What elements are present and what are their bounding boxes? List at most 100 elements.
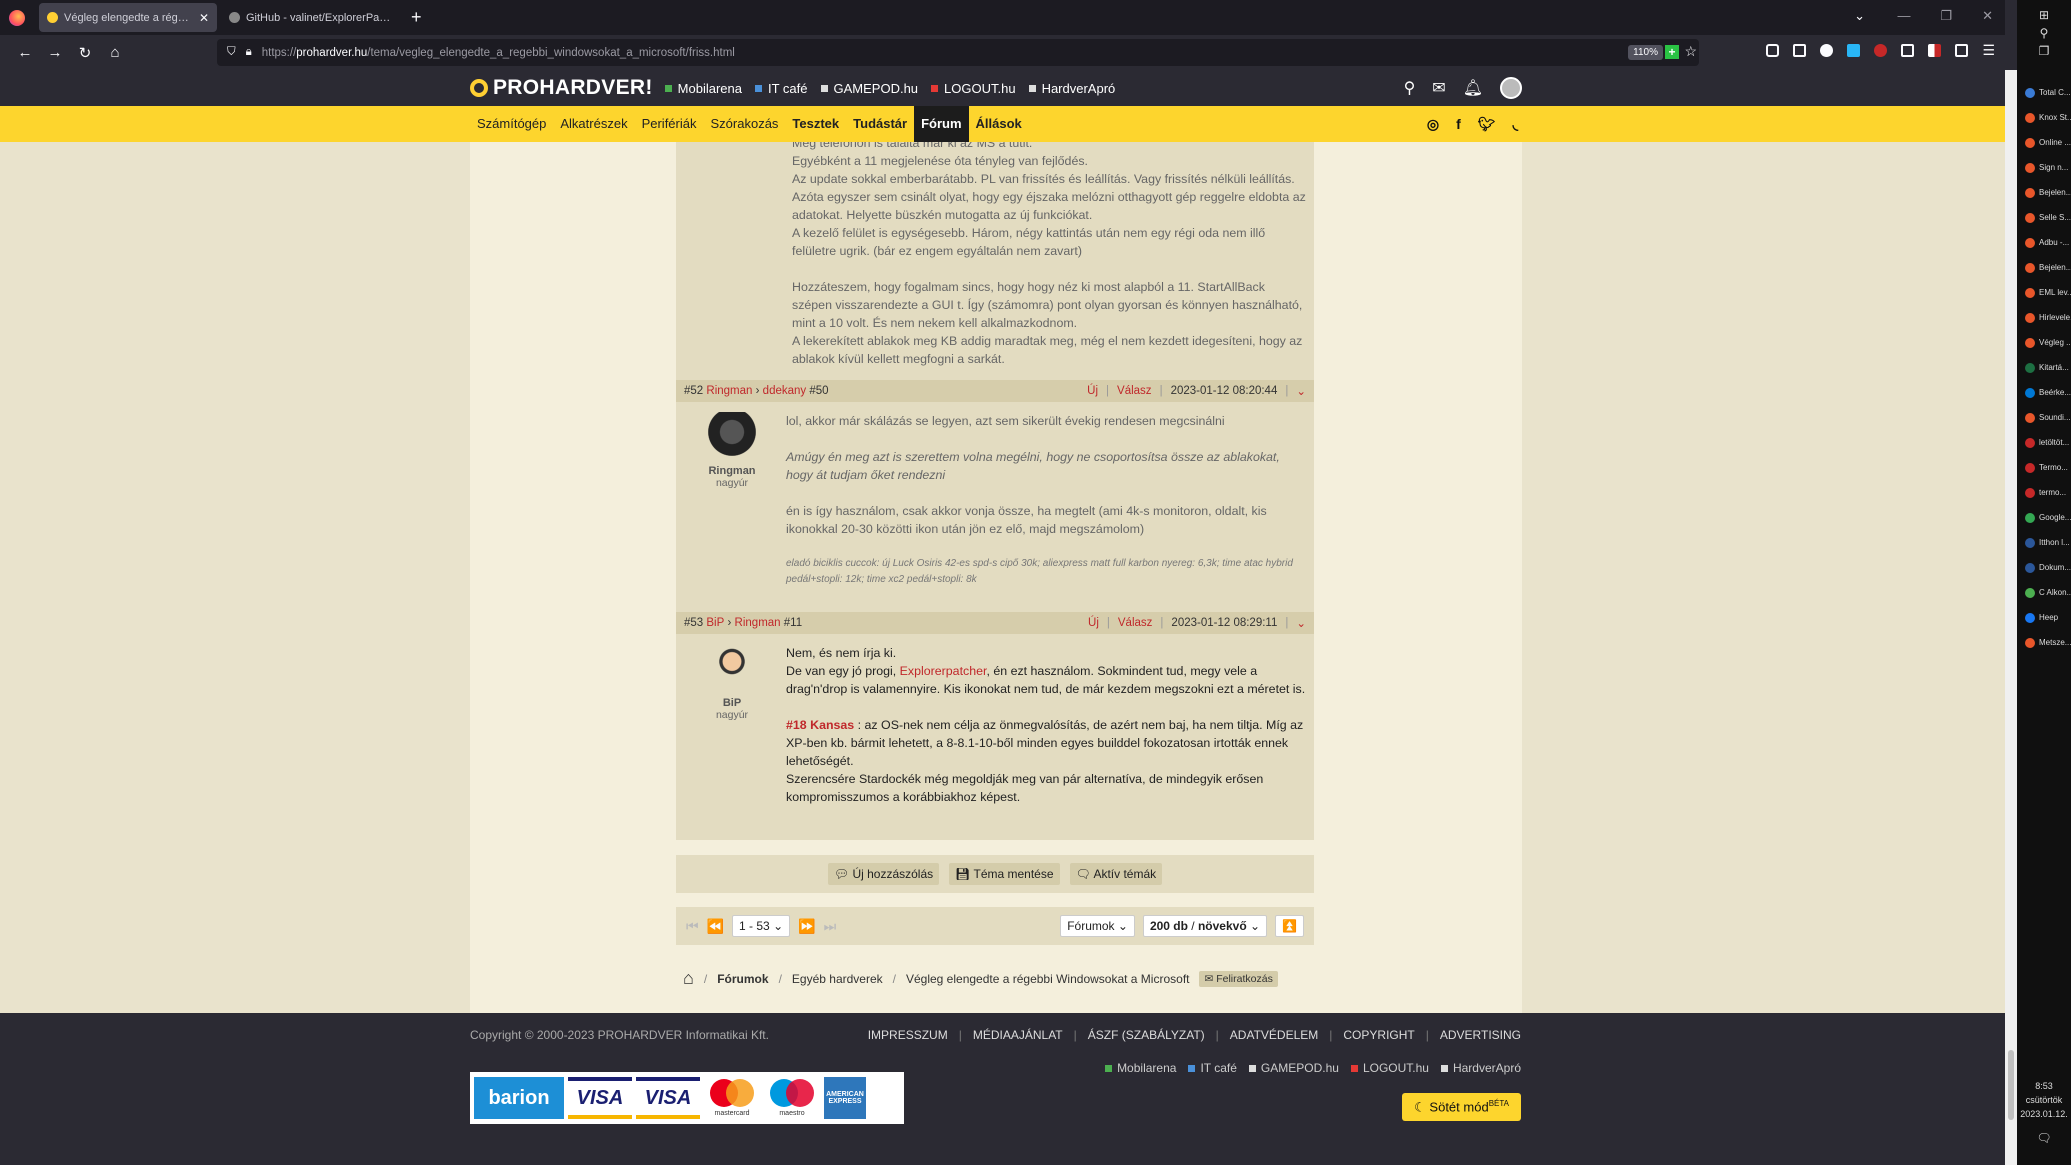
home-icon[interactable]: ⌂ bbox=[683, 968, 694, 989]
save-topic-button[interactable]: 💾︎ Téma mentése bbox=[949, 863, 1060, 885]
back-icon[interactable]: ← bbox=[10, 44, 40, 61]
footer-link-copyright[interactable]: COPYRIGHT bbox=[1343, 1028, 1414, 1042]
post-number[interactable]: #53 bbox=[684, 617, 703, 629]
taskbar-item[interactable]: Kitartá... bbox=[2017, 355, 2071, 380]
dark-mode-button[interactable]: ☾ Sötét módBÉTA bbox=[1402, 1093, 1521, 1122]
taskbar-item[interactable]: letöltöt... bbox=[2017, 430, 2071, 455]
taskbar-item[interactable]: Termo... bbox=[2017, 455, 2071, 480]
next-page-icon[interactable]: ⏩ bbox=[798, 918, 815, 935]
nav-tesztek[interactable]: Tesztek bbox=[785, 106, 846, 142]
ublock-icon[interactable] bbox=[1874, 44, 1888, 57]
zoom-level[interactable]: 110% bbox=[1628, 45, 1663, 60]
taskbar-item[interactable]: termo... bbox=[2017, 480, 2071, 505]
taskbar-item[interactable]: Bejelen... bbox=[2017, 180, 2071, 205]
pocket-icon[interactable] bbox=[1766, 44, 1780, 57]
nav-szamitogep[interactable]: Számítógép bbox=[470, 106, 553, 142]
new-post-button[interactable]: 💬︎ Új hozzászólás bbox=[827, 863, 940, 885]
taskbar-item[interactable]: Knox St... bbox=[2017, 105, 2071, 130]
reload-icon[interactable]: ↻ bbox=[70, 44, 100, 62]
screenshot-icon[interactable] bbox=[1955, 44, 1969, 57]
mail-icon[interactable]: ✉ bbox=[1432, 78, 1445, 98]
author-name[interactable]: BiP bbox=[684, 697, 780, 709]
taskbar-item[interactable]: Végleg ... bbox=[2017, 330, 2071, 355]
scope-select[interactable]: Fórumok ⌄ bbox=[1060, 915, 1135, 937]
nav-alkatreszek[interactable]: Alkatrészek bbox=[553, 106, 634, 142]
nav-szorakozas[interactable]: Szórakozás bbox=[704, 106, 786, 142]
flag-extension-icon[interactable] bbox=[1928, 44, 1942, 57]
new-tab-icon[interactable]: + bbox=[411, 7, 422, 28]
nav-tudastar[interactable]: Tudástár bbox=[846, 106, 914, 142]
maximize-icon[interactable]: ❐ bbox=[1940, 8, 1952, 24]
taskbar-item[interactable]: Hirlevele... bbox=[2017, 305, 2071, 330]
bell-icon[interactable]: 🔔︎ bbox=[1463, 78, 1483, 98]
nav-forum[interactable]: Fórum bbox=[914, 106, 969, 142]
footer-site-hardverapro[interactable]: HardverApró bbox=[1440, 1061, 1521, 1075]
taskbar-item[interactable]: Heep bbox=[2017, 605, 2071, 630]
add-extension-icon[interactable]: + bbox=[1665, 45, 1679, 59]
system-clock[interactable]: 8:53 csütörtök 2023.01.12. 🗨︎ bbox=[2017, 1079, 2071, 1145]
tab-github[interactable]: GitHub - valinet/ExplorerPatche bbox=[221, 3, 399, 32]
breadcrumb-category[interactable]: Egyéb hardverek bbox=[792, 972, 883, 986]
prev-page-icon[interactable]: ⏪ bbox=[707, 918, 724, 935]
last-page-icon[interactable]: ⏭ bbox=[824, 918, 837, 935]
bookmark-star-icon[interactable]: ☆ bbox=[1684, 43, 1697, 60]
list-tabs-chevron-icon[interactable]: ⌄ bbox=[1854, 8, 1865, 24]
search-icon[interactable]: ⚲ bbox=[2017, 24, 2071, 42]
chevron-down-icon[interactable]: ⌄ bbox=[1296, 384, 1306, 398]
taskbar-item[interactable]: C Alkon... bbox=[2017, 580, 2071, 605]
page-scrollbar[interactable] bbox=[2005, 70, 2017, 1165]
minimize-icon[interactable]: — bbox=[1897, 8, 1910, 24]
task-view-icon[interactable]: ❐ bbox=[2017, 42, 2071, 60]
taskbar-item[interactable]: Metsze... bbox=[2017, 630, 2071, 655]
toplink-itcafe[interactable]: IT café bbox=[754, 81, 808, 96]
sidebar-icon[interactable] bbox=[1901, 44, 1915, 57]
lock-icon[interactable]: 🔒︎ bbox=[246, 46, 252, 59]
subscribe-button[interactable]: ✉ Feliratkozás bbox=[1199, 970, 1278, 987]
reply-link[interactable]: Válasz bbox=[1118, 617, 1153, 629]
footer-link-advertising[interactable]: ADVERTISING bbox=[1440, 1028, 1521, 1042]
firefox-icon[interactable] bbox=[9, 9, 25, 26]
explorerpatcher-link[interactable]: Explorerpatcher bbox=[900, 664, 987, 678]
taskbar-item[interactable]: Dokum... bbox=[2017, 555, 2071, 580]
extension-icon[interactable] bbox=[1820, 44, 1834, 57]
chevron-down-icon[interactable]: ⌄ bbox=[1296, 616, 1306, 630]
url-text[interactable]: https://prohardver.hu/tema/vegleg_elenge… bbox=[262, 47, 735, 59]
rss-icon[interactable]: ◟ bbox=[1513, 116, 1518, 133]
reply-link[interactable]: Válasz bbox=[1117, 385, 1152, 397]
ref-link[interactable]: #18 Kansas bbox=[786, 718, 854, 732]
footer-link-adatvedelem[interactable]: ADATVÉDELEM bbox=[1230, 1028, 1318, 1042]
new-link[interactable]: Új bbox=[1088, 617, 1099, 629]
toplink-mobilarena[interactable]: Mobilarena bbox=[664, 81, 742, 96]
shield-icon[interactable]: ⛉ bbox=[227, 46, 236, 59]
toplink-hardverapro[interactable]: HardverApró bbox=[1028, 81, 1115, 96]
breadcrumb-forums[interactable]: Fórumok bbox=[717, 972, 768, 986]
footer-link-impresszum[interactable]: IMPRESSZUM bbox=[868, 1028, 948, 1042]
author-link[interactable]: BiP bbox=[706, 617, 724, 629]
taskbar-item[interactable]: Selle S... bbox=[2017, 205, 2071, 230]
home-icon[interactable]: ⌂ bbox=[100, 44, 130, 61]
scroll-top-icon[interactable]: ⏫ bbox=[1275, 915, 1304, 937]
notification-icon[interactable]: 🗨︎ bbox=[2017, 1131, 2071, 1145]
tab-active[interactable]: Végleg elengedte a régebbi Wi ✕ bbox=[39, 3, 217, 32]
url-bar[interactable]: ⛉ 🔒︎ https://prohardver.hu/tema/vegleg_e… bbox=[217, 39, 1699, 66]
range-select[interactable]: 1 - 53 ⌄ bbox=[732, 915, 791, 937]
footer-link-aszf[interactable]: ÁSZF (SZABÁLYZAT) bbox=[1088, 1028, 1205, 1042]
taskbar-item[interactable]: Sign n... bbox=[2017, 155, 2071, 180]
windows-start-icon[interactable]: ⊞ bbox=[2017, 6, 2071, 24]
toplink-logout[interactable]: LOGOUT.hu bbox=[931, 81, 1016, 96]
author-link[interactable]: Ringman bbox=[706, 385, 752, 397]
breadcrumb-topic[interactable]: Végleg elengedte a régebbi Windowsokat a… bbox=[906, 972, 1190, 986]
reply-to-link[interactable]: Ringman bbox=[735, 617, 781, 629]
twitter-icon[interactable]: 🐦︎ bbox=[1478, 116, 1496, 133]
save-extension-icon[interactable] bbox=[1847, 44, 1861, 57]
footer-site-mobilarena[interactable]: Mobilarena bbox=[1105, 1061, 1176, 1075]
close-window-icon[interactable]: ✕ bbox=[1982, 8, 1993, 24]
facebook-icon[interactable]: f bbox=[1456, 116, 1461, 133]
taskbar-item[interactable]: Itthon l... bbox=[2017, 530, 2071, 555]
site-logo[interactable]: PROHARDVER! bbox=[470, 76, 653, 100]
menu-hamburger-icon[interactable]: ☰ bbox=[1982, 43, 1995, 57]
reader-icon[interactable] bbox=[1793, 44, 1807, 57]
instagram-icon[interactable]: ◎ bbox=[1427, 116, 1439, 133]
first-page-icon[interactable]: ⏮ bbox=[686, 918, 699, 935]
taskbar-item[interactable]: Bejelen... bbox=[2017, 255, 2071, 280]
